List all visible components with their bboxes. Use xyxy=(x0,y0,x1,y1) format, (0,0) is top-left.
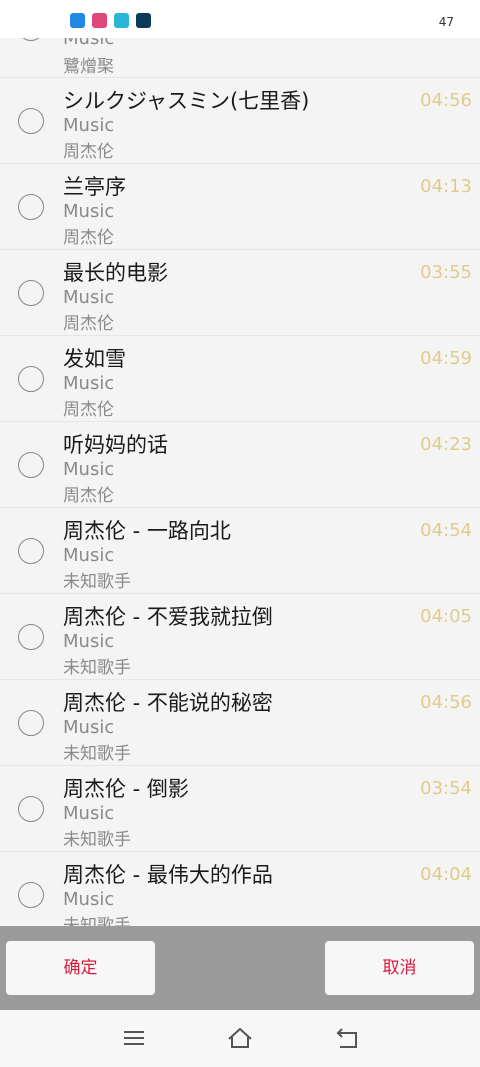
app-notification-icon xyxy=(136,13,151,28)
song-duration: 03:54 xyxy=(420,778,472,799)
song-row[interactable]: 周杰伦 - 不能说的秘密 04:56 Music 未知歌手 xyxy=(0,680,480,766)
radio-button[interactable] xyxy=(18,280,44,306)
radio-button[interactable] xyxy=(18,710,44,736)
status-time: 47 xyxy=(438,15,454,29)
song-title: 最长的电影 xyxy=(63,261,168,285)
song-row[interactable]: 兰亭序 04:13 Music 周杰伦 xyxy=(0,164,480,250)
notification-icons xyxy=(70,13,151,28)
back-icon[interactable] xyxy=(334,1024,362,1052)
song-row[interactable]: シルクジャスミン(七里香) 04:56 Music 周杰伦 xyxy=(0,78,480,164)
song-duration: 04:05 xyxy=(420,606,472,627)
song-row[interactable]: 听妈妈的话 04:23 Music 周杰伦 xyxy=(0,422,480,508)
song-artist: 周杰伦 xyxy=(63,228,114,248)
action-bar: 确定 取消 xyxy=(0,926,480,1010)
song-duration: 04:23 xyxy=(420,434,472,455)
radio-button[interactable] xyxy=(18,624,44,650)
song-row[interactable]: 周杰伦 - 一路向北 04:54 Music 未知歌手 xyxy=(0,508,480,594)
song-title: 周杰伦 - 倒影 xyxy=(63,777,189,801)
song-artist: 周杰伦 xyxy=(63,142,114,162)
song-duration: 04:13 xyxy=(420,176,472,197)
song-title: 周杰伦 - 一路向北 xyxy=(63,519,231,543)
song-source: Music xyxy=(63,287,115,308)
radio-button[interactable] xyxy=(18,796,44,822)
cancel-button[interactable]: 取消 xyxy=(325,941,474,995)
song-source: Music xyxy=(63,889,115,910)
song-duration: 04:54 xyxy=(420,520,472,541)
song-duration: 04:04 xyxy=(420,864,472,885)
song-title: シルクジャスミン(七里香) xyxy=(63,89,310,113)
song-source: Music xyxy=(63,201,115,222)
app-notification-icon xyxy=(114,13,129,28)
song-title: 发如雪 xyxy=(63,347,126,371)
song-source: Music xyxy=(63,115,115,136)
song-artist: 周杰伦 xyxy=(63,486,114,506)
radio-button[interactable] xyxy=(18,194,44,220)
song-duration: 04:56 xyxy=(420,692,472,713)
song-artist: 周杰伦 xyxy=(63,314,114,334)
song-source: Music xyxy=(63,803,115,824)
song-title: 周杰伦 - 不能说的秘密 xyxy=(63,691,273,715)
radio-button[interactable] xyxy=(18,366,44,392)
song-source: Music xyxy=(63,373,115,394)
app-notification-icon xyxy=(70,13,85,28)
song-title: 兰亭序 xyxy=(63,175,126,199)
song-artist: 未知歌手 xyxy=(63,830,131,850)
song-row[interactable]: 发如雪 04:59 Music 周杰伦 xyxy=(0,336,480,422)
song-title: 听妈妈的话 xyxy=(63,433,168,457)
song-source: Music xyxy=(63,459,115,480)
song-row[interactable]: 周杰伦 - 不爱我就拉倒 04:05 Music 未知歌手 xyxy=(0,594,480,680)
song-duration: 04:59 xyxy=(420,348,472,369)
song-row[interactable]: 周杰伦 - 最伟大的作品 04:04 Music 未知歌手 xyxy=(0,852,480,926)
song-artist: 未知歌手 xyxy=(63,572,131,592)
navigation-bar xyxy=(0,1010,480,1067)
radio-button[interactable] xyxy=(18,882,44,908)
song-duration: 04:56 xyxy=(420,90,472,111)
menu-icon[interactable] xyxy=(120,1024,148,1052)
song-artist: 未知歌手 xyxy=(63,916,131,926)
song-row[interactable]: 最长的电影 03:55 Music 周杰伦 xyxy=(0,250,480,336)
song-title: 周杰伦 - 最伟大的作品 xyxy=(63,863,273,887)
song-artist: 周杰伦 xyxy=(63,400,114,420)
song-source: Music xyxy=(63,631,115,652)
status-bar: 47 xyxy=(0,0,480,38)
confirm-button[interactable]: 确定 xyxy=(6,941,155,995)
radio-button[interactable] xyxy=(18,452,44,478)
home-icon[interactable] xyxy=(226,1024,254,1052)
song-row[interactable]: 周杰伦 - 倒影 03:54 Music 未知歌手 xyxy=(0,766,480,852)
song-source: Music xyxy=(63,545,115,566)
radio-button[interactable] xyxy=(18,108,44,134)
song-source: Music xyxy=(63,717,115,738)
app-notification-icon xyxy=(92,13,107,28)
song-list: Music 鷺熷棸 シルクジャスミン(七里香) 04:56 Music 周杰伦 … xyxy=(0,0,480,926)
song-artist: 鷺熷棸 xyxy=(63,57,114,77)
song-duration: 03:55 xyxy=(420,262,472,283)
radio-button[interactable] xyxy=(18,538,44,564)
song-title: 周杰伦 - 不爱我就拉倒 xyxy=(63,605,273,629)
song-artist: 未知歌手 xyxy=(63,744,131,764)
song-artist: 未知歌手 xyxy=(63,658,131,678)
